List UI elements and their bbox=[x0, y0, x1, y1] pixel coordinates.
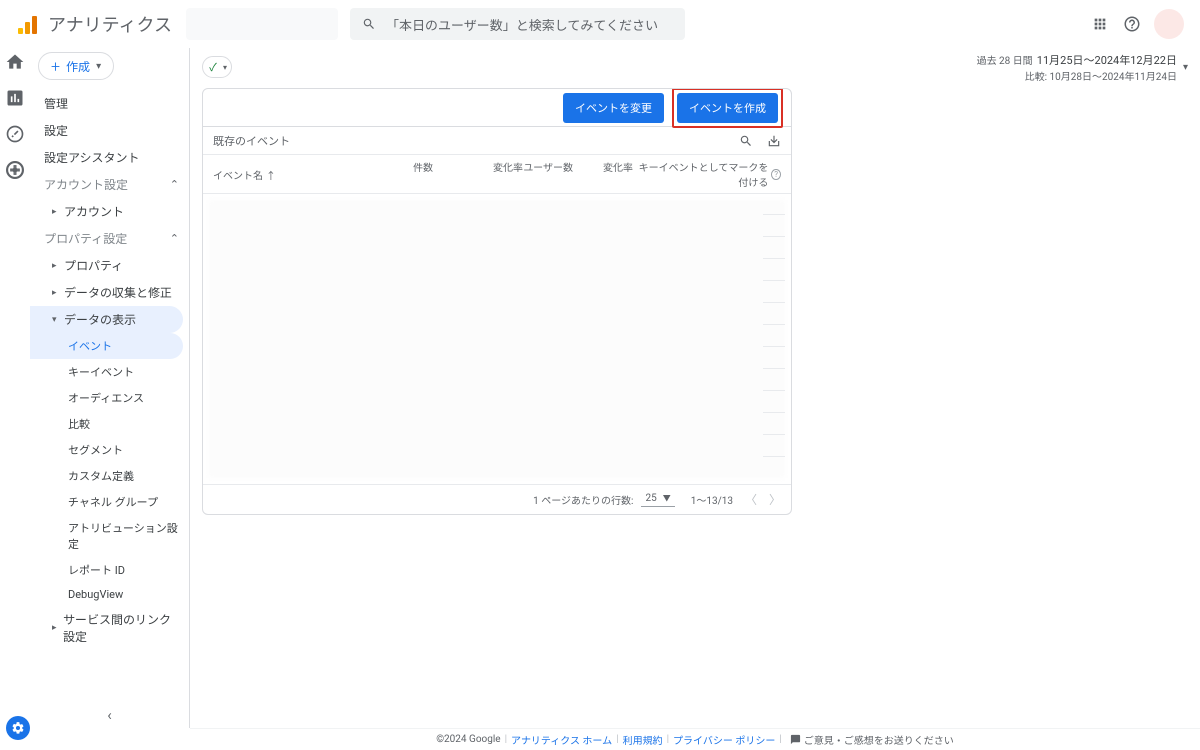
check-icon: ✓ bbox=[209, 59, 217, 75]
nav-data-display[interactable]: データの表示 bbox=[30, 306, 183, 333]
date-compare: 比較: 10月28日～2024年11月24日 bbox=[977, 68, 1177, 83]
col-users[interactable]: ユーザー数 bbox=[523, 159, 573, 189]
sidebar-collapse-icon[interactable]: ‹ bbox=[107, 706, 112, 724]
existing-events-label: 既存のイベント bbox=[213, 133, 290, 149]
create-label: 作成 bbox=[66, 58, 90, 75]
search-icon[interactable] bbox=[739, 134, 753, 148]
search-placeholder: 「本日のユーザー数」と検索してみてください bbox=[386, 15, 658, 34]
explore-icon[interactable] bbox=[5, 124, 25, 144]
chevron-up-icon: ⌃ bbox=[170, 232, 179, 245]
nav-compare[interactable]: 比較 bbox=[30, 411, 189, 437]
page-range: 1～13/13 bbox=[691, 492, 733, 507]
col-rate2[interactable]: 変化率 bbox=[573, 159, 633, 189]
card-toolbar: イベントを変更 イベントを作成 bbox=[203, 89, 791, 127]
table-body-redacted bbox=[203, 194, 791, 484]
advertising-icon[interactable] bbox=[5, 160, 25, 180]
feedback-link[interactable]: ご意見・ご感想をお送りください bbox=[790, 732, 954, 747]
next-page-icon[interactable]: 〉 bbox=[769, 491, 781, 508]
search-icon bbox=[362, 17, 376, 31]
rows-per-page-select[interactable]: 25 ▼ bbox=[641, 493, 674, 507]
nav-data-collection[interactable]: データの収集と修正 bbox=[30, 279, 189, 306]
nav-account[interactable]: アカウント bbox=[30, 198, 189, 225]
table-header: イベント名↑ 件数 変化率 ユーザー数 変化率 キーイベントとしてマークを付ける… bbox=[203, 155, 791, 194]
reports-icon[interactable] bbox=[5, 88, 25, 108]
create-event-button[interactable]: イベントを作成 bbox=[677, 93, 778, 123]
header-bar: アナリティクス 「本日のユーザー数」と検索してみてください bbox=[0, 0, 1200, 48]
sidebar: + 作成 ▾ 管理 設定 設定アシスタント アカウント設定 ⌃ アカウント プロ… bbox=[30, 48, 190, 728]
footer-link-privacy[interactable]: プライバシー ポリシー bbox=[673, 732, 775, 747]
nav-channel-group[interactable]: チャネル グループ bbox=[30, 489, 189, 515]
status-chip[interactable]: ✓ bbox=[202, 56, 232, 78]
footer-link-terms[interactable]: 利用規約 bbox=[623, 732, 663, 747]
chevron-down-icon: ▼ bbox=[663, 493, 671, 504]
rows-per-page-label: 1 ページあたりの行数: bbox=[533, 492, 633, 507]
nav-admin[interactable]: 管理 bbox=[30, 90, 189, 117]
nav-segment[interactable]: セグメント bbox=[30, 437, 189, 463]
section-property[interactable]: プロパティ設定 ⌃ bbox=[30, 225, 189, 252]
property-selector[interactable] bbox=[186, 8, 338, 40]
chevron-up-icon: ⌃ bbox=[170, 178, 179, 191]
app-title: アナリティクス bbox=[48, 11, 172, 37]
admin-settings-button[interactable] bbox=[6, 716, 30, 740]
modify-event-button[interactable]: イベントを変更 bbox=[563, 93, 664, 123]
create-event-highlight: イベントを作成 bbox=[672, 88, 783, 128]
sort-up-icon: ↑ bbox=[266, 167, 276, 182]
help-icon[interactable]: ? bbox=[771, 169, 781, 180]
col-count[interactable]: 件数 bbox=[403, 159, 433, 189]
plus-icon: + bbox=[51, 57, 60, 76]
avatar[interactable] bbox=[1154, 9, 1184, 39]
col-key-event: キーイベントとしてマークを付ける ? bbox=[633, 159, 781, 189]
nav-settings[interactable]: 設定 bbox=[30, 117, 189, 144]
chevron-down-icon[interactable]: ▾ bbox=[1183, 62, 1188, 73]
home-icon[interactable] bbox=[5, 52, 25, 72]
nav-key-events[interactable]: キーイベント bbox=[30, 359, 189, 385]
table-footer: 1 ページあたりの行数: 25 ▼ 1～13/13 〈 〉 bbox=[203, 484, 791, 514]
nav-property[interactable]: プロパティ bbox=[30, 252, 189, 279]
chevron-down-icon: ▾ bbox=[96, 61, 101, 72]
col-rate[interactable]: 変化率 bbox=[433, 159, 523, 189]
nav-report-id[interactable]: レポート ID bbox=[30, 557, 189, 583]
nav-custom-def[interactable]: カスタム定義 bbox=[30, 463, 189, 489]
date-period-label: 過去 28 日間 bbox=[977, 52, 1033, 67]
main-content: ✓ 過去 28 日間 11月25日～2024年12月22日 比較: 10月28日… bbox=[190, 48, 1200, 728]
create-button[interactable]: + 作成 ▾ bbox=[38, 52, 114, 80]
analytics-logo-icon bbox=[16, 12, 40, 36]
date-range-picker[interactable]: 過去 28 日間 11月25日～2024年12月22日 比較: 10月28日～2… bbox=[977, 52, 1188, 83]
nav-attribution[interactable]: アトリビューション設定 bbox=[30, 515, 189, 557]
gear-icon bbox=[11, 721, 25, 735]
footer: ©2024 Google | アナリティクス ホーム | 利用規約 | プライバ… bbox=[190, 728, 1200, 750]
copyright: ©2024 Google bbox=[436, 734, 500, 745]
date-range: 11月25日～2024年12月22日 bbox=[1037, 52, 1177, 68]
help-icon[interactable] bbox=[1122, 14, 1142, 34]
download-icon[interactable] bbox=[767, 134, 781, 148]
apps-icon[interactable] bbox=[1090, 14, 1110, 34]
prev-page-icon[interactable]: 〈 bbox=[745, 491, 757, 508]
events-card: イベントを変更 イベントを作成 既存のイベント イベント名↑ 件数 変化率 ユー… bbox=[202, 88, 792, 515]
section-account[interactable]: アカウント設定 ⌃ bbox=[30, 171, 189, 198]
nav-setup-assistant[interactable]: 設定アシスタント bbox=[30, 144, 189, 171]
nav-debugview[interactable]: DebugView bbox=[30, 583, 189, 606]
search-input[interactable]: 「本日のユーザー数」と検索してみてください bbox=[350, 8, 685, 40]
nav-service-link[interactable]: サービス間のリンク設定 bbox=[30, 606, 189, 650]
nav-audience[interactable]: オーディエンス bbox=[30, 385, 189, 411]
feedback-icon bbox=[790, 734, 801, 745]
footer-link-home[interactable]: アナリティクス ホーム bbox=[511, 732, 612, 747]
col-event-name[interactable]: イベント名↑ bbox=[213, 159, 403, 189]
nav-rail bbox=[0, 48, 30, 750]
nav-events[interactable]: イベント bbox=[30, 333, 183, 359]
